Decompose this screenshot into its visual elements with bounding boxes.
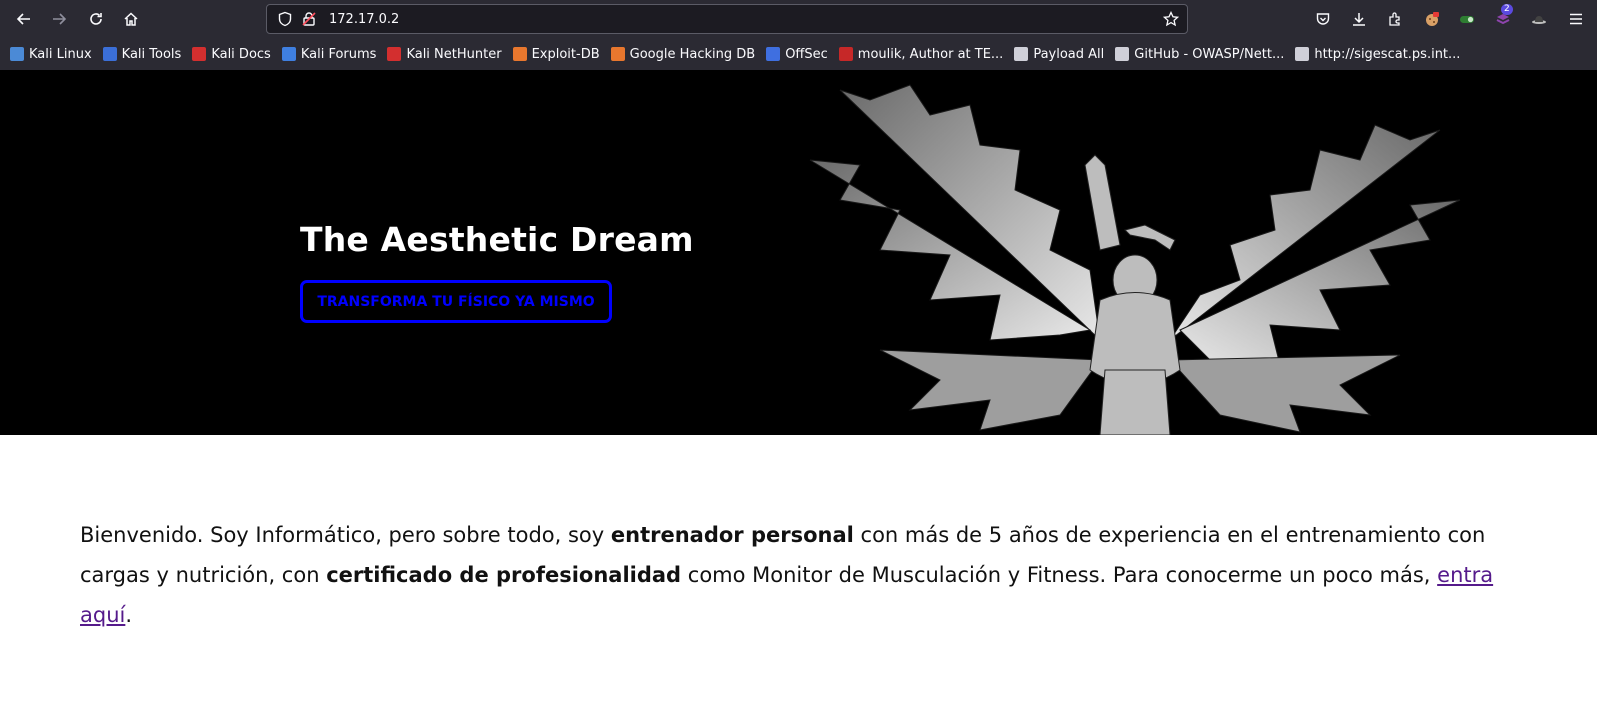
bookmark-label: http://sigescat.ps.int...: [1314, 46, 1461, 62]
browser-toolbar: 172.17.0.2 2: [0, 0, 1597, 38]
menu-icon[interactable]: [1564, 7, 1588, 31]
bookmark-item[interactable]: Payload All: [1014, 47, 1104, 62]
hero-title: The Aesthetic Dream: [300, 220, 694, 259]
url-text[interactable]: 172.17.0.2: [329, 12, 399, 27]
bookmark-item[interactable]: OffSec: [766, 47, 828, 62]
bookmark-item[interactable]: http://sigescat.ps.int...: [1295, 47, 1460, 62]
winged-figure-image: [809, 84, 1461, 435]
extensions-icon[interactable]: [1383, 7, 1407, 31]
intro-text-part1: Bienvenido. Soy Informático, pero sobre …: [80, 523, 611, 547]
url-bar[interactable]: 172.17.0.2: [266, 4, 1188, 34]
bookmark-item[interactable]: Google Hacking DB: [610, 46, 756, 62]
reload-icon[interactable]: [84, 7, 108, 31]
bookmark-item[interactable]: Exploit-DB: [512, 46, 600, 62]
download-icon[interactable]: [1347, 7, 1371, 31]
bookmark-label: moulik, Author at TE...: [857, 46, 1004, 62]
star-bookmark-icon[interactable]: [1162, 10, 1180, 27]
bookmark-favicon-icon: [838, 47, 853, 61]
bookmarks-bar: Kali Linux Kali Tools Kali Docs Kali Forums…: [0, 38, 1597, 70]
bookmark-item[interactable]: Kali NetHunter: [387, 46, 502, 62]
bookmark-favicon-icon: [1295, 47, 1310, 61]
bookmark-favicon-icon: [610, 47, 625, 61]
bookmark-label: Payload All: [1033, 46, 1105, 62]
bookmark-favicon-icon: [512, 47, 527, 61]
bookmark-label: OffSec: [785, 46, 828, 62]
bookmark-favicon-icon: [766, 47, 781, 61]
hero-section: The Aesthetic Dream TRANSFORMA TU FÍSICO…: [0, 70, 1597, 435]
extension-badge: 2: [1501, 4, 1513, 15]
bookmark-item[interactable]: moulik, Author at TE...: [838, 46, 1004, 62]
bookmark-favicon-icon: [10, 47, 24, 61]
intro-bold-certificate: certificado de profesionalidad: [326, 563, 682, 587]
bookmark-label: GitHub - OWASP/Nett...: [1134, 46, 1285, 62]
intro-paragraph: Bienvenido. Soy Informático, pero sobre …: [80, 515, 1520, 635]
bookmark-favicon-icon: [1115, 47, 1130, 61]
cookie-extension-icon[interactable]: [1420, 7, 1444, 31]
bookmark-label: Kali Forums: [300, 46, 377, 62]
toggle-extension-icon[interactable]: [1455, 7, 1479, 31]
bookmark-label: Kali NetHunter: [406, 46, 502, 62]
intro-text-part3: como Monitor de Musculación y Fitness. P…: [681, 563, 1438, 587]
bookmark-label: Kali Linux: [29, 46, 92, 62]
bookmark-item[interactable]: Kali Docs: [192, 47, 271, 62]
fedora-extension-icon[interactable]: [1527, 7, 1551, 31]
bookmark-favicon-icon: [387, 47, 402, 61]
intro-bold-personal-trainer: entrenador personal: [610, 523, 854, 547]
transform-cta-button[interactable]: TRANSFORMA TU FÍSICO YA MISMO: [300, 280, 612, 323]
home-icon[interactable]: [119, 7, 143, 31]
bookmark-favicon-icon: [281, 47, 296, 61]
insecure-lock-icon[interactable]: [301, 11, 317, 27]
forward-icon[interactable]: [47, 7, 71, 31]
bookmark-label: Exploit-DB: [531, 46, 600, 62]
bookmark-label: Kali Docs: [211, 46, 271, 62]
bookmark-label: Kali Tools: [121, 46, 182, 62]
bookmark-favicon-icon: [1014, 47, 1029, 61]
bookmark-label: Google Hacking DB: [629, 46, 756, 62]
bookmark-item[interactable]: GitHub - OWASP/Nett...: [1115, 47, 1284, 62]
bookmark-item[interactable]: Kali Linux: [10, 47, 92, 62]
back-icon[interactable]: [12, 7, 36, 31]
pocket-icon[interactable]: [1311, 7, 1335, 31]
intro-text-part4: .: [125, 603, 133, 627]
bookmark-favicon-icon: [102, 47, 117, 61]
bookmark-item[interactable]: Kali Forums: [281, 46, 377, 62]
bookmark-item[interactable]: Kali Tools: [102, 46, 182, 62]
shield-icon[interactable]: [277, 11, 293, 27]
bookmark-favicon-icon: [192, 47, 207, 61]
